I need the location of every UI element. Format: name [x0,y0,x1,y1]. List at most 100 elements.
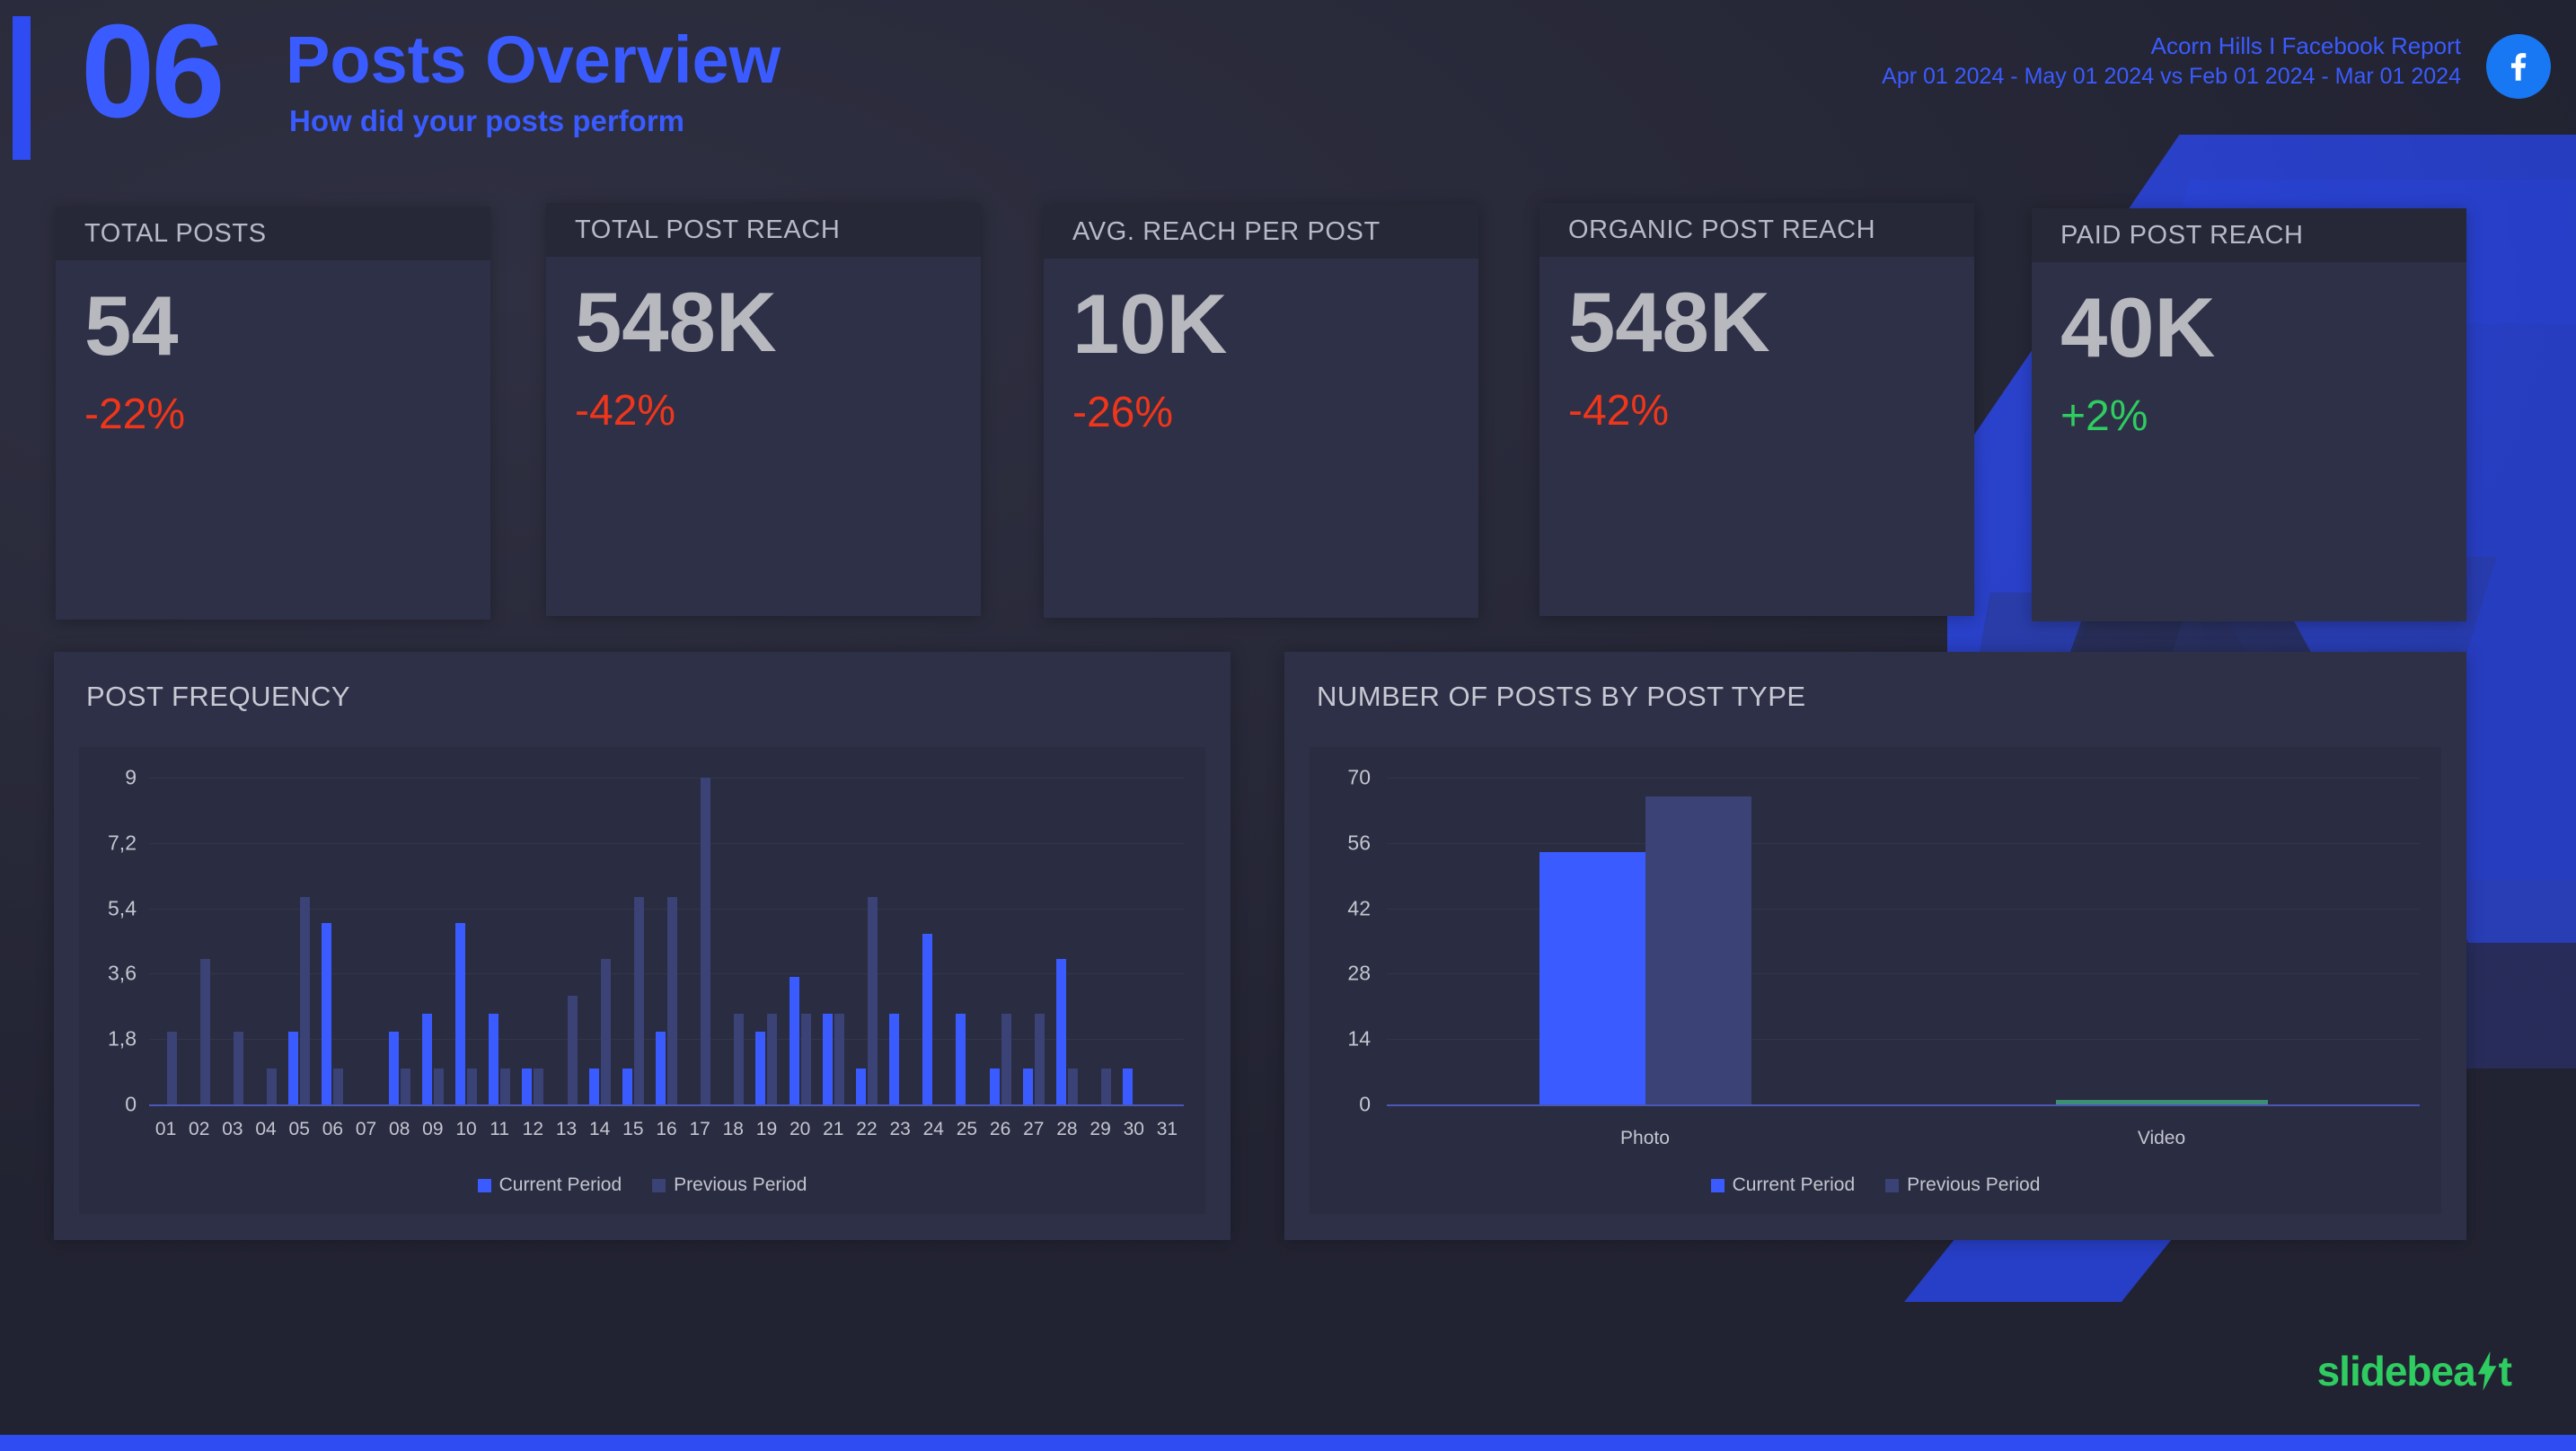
y-axis-tick-label: 1,8 [108,1026,137,1051]
kpi-card-organic-post-reach: ORGANIC POST REACH 548K -42% [1539,203,1974,616]
chart-bar [588,1068,599,1104]
chart-bar [322,922,332,1104]
x-axis-tick-label: 13 [555,1119,578,1139]
x-axis-tick-label: 01 [154,1119,177,1139]
kpi-title: TOTAL POSTS [84,218,267,248]
x-axis-tick-label: 18 [722,1119,744,1139]
kpi-delta: -42% [1568,387,1670,435]
x-axis-tick-label: 07 [355,1119,377,1139]
chart-posts-by-type: 0 14 28 42 56 70 Photo Video Current Period Previ… [1310,747,2441,1214]
legend-item[interactable]: Previous Period [1885,1174,2040,1196]
chart-bar [2161,1099,2268,1104]
chart-bar [800,1013,811,1104]
x-axis-tick-label: 02 [189,1119,210,1139]
y-axis-tick-label: 56 [1347,831,1371,855]
chart-bar [855,1068,866,1104]
y-axis-tick-label: 14 [1347,1026,1371,1051]
kpi-card-body: 10K -26% [1044,259,1478,618]
chart-bar [667,897,677,1104]
x-axis-tick-label: 05 [288,1119,310,1139]
legend-swatch [1710,1178,1725,1192]
chart-bar [922,933,933,1104]
kpi-title: AVG. REACH PER POST [1072,216,1381,246]
x-axis-tick-label: 09 [422,1119,444,1139]
chart-bar [500,1068,511,1104]
axis-baseline [1387,1104,2420,1106]
chart-bar [534,1068,544,1104]
legend-label: Current Period [498,1174,622,1195]
gridline [149,842,1184,844]
chart-bar [734,1013,745,1104]
kpi-card-header: TOTAL POST REACH [546,203,981,257]
chart-bar [467,1068,478,1104]
report-account-line: Acorn Hills I Facebook Report [2150,32,2461,59]
legend-item[interactable]: Current Period [477,1174,622,1196]
gridline [1387,842,2420,844]
y-axis-tick-label: 0 [1359,1092,1371,1116]
chart-bar [633,897,644,1104]
panel-title: POST FREQUENCY [86,681,351,712]
legend-label: Previous Period [674,1174,807,1195]
axis-baseline [149,1104,1184,1106]
section-number: 06 [81,0,225,145]
kpi-card-paid-post-reach: PAID POST REACH 40K +2% [2032,208,2466,621]
legend-item[interactable]: Current Period [1710,1174,1855,1196]
chart-legend: Current Period Previous Period [1310,1174,2441,1196]
chart-bar [400,1068,410,1104]
chart-post-frequency: 0 1,8 3,6 5,4 7,2 9 01 02 03 04 05 06 07 08 09 10 11 12 13… [79,747,1205,1214]
x-axis-tick-label: 20 [789,1119,811,1139]
chart-plot-area: 0 14 28 42 56 70 Photo Video Current Period Previ… [1310,747,2441,1214]
logo-text-part-1: slidebea [2316,1348,2476,1394]
chart-bar [455,922,466,1104]
panel-posts-by-type: NUMBER OF POSTS BY POST TYPE 0 14 28 42 56 70… [1284,652,2466,1240]
chart-bar [267,1068,278,1104]
chart-legend: Current Period Previous Period [79,1174,1205,1196]
x-axis-tick-label: 24 [922,1119,944,1139]
chart-bar [1067,1068,1078,1104]
chart-bar [834,1013,844,1104]
chart-bar [1645,796,1751,1104]
chart-bar [1055,959,1066,1104]
y-axis-tick-label: 7,2 [108,831,137,855]
x-axis-tick-label: 16 [656,1119,677,1139]
lightning-bolt-icon [2474,1350,2501,1392]
y-axis-tick-label: 5,4 [108,896,137,920]
chart-bar [1101,1068,1112,1104]
x-axis-tick-label: 27 [1023,1119,1045,1139]
y-axis-tick-label: 3,6 [108,961,137,985]
report-date-range: Apr 01 2024 - May 01 2024 vs Feb 01 2024… [1882,63,2461,89]
x-axis-tick-label: 30 [1123,1119,1144,1139]
x-axis-tick-label: 11 [490,1119,510,1139]
chart-bar [166,1032,177,1104]
report-meta: Acorn Hills I Facebook Report Apr 01 202… [1882,31,2461,92]
kpi-card-header: PAID POST REACH [2032,208,2466,262]
chart-bar [567,995,578,1104]
chart-bar [421,1013,432,1104]
legend-label: Previous Period [1907,1174,2041,1195]
x-axis-tick-label: 19 [755,1119,778,1139]
x-axis-tick-label: 23 [889,1119,911,1139]
kpi-card-body: 548K -42% [1539,257,1974,616]
x-axis-tick-label: 03 [222,1119,243,1139]
chart-bar [1123,1068,1134,1104]
kpi-title: PAID POST REACH [2060,220,2304,250]
x-axis-tick-label: Photo [1620,1128,1670,1148]
x-axis-tick-label: 10 [455,1119,477,1139]
kpi-card-header: AVG. REACH PER POST [1044,205,1478,259]
chart-bar [889,1013,900,1104]
kpi-card-header: TOTAL POSTS [56,207,490,260]
chart-bar [1034,1013,1045,1104]
x-axis-tick-label: 14 [588,1119,611,1139]
kpi-delta: -26% [1072,389,1174,436]
kpi-value: 54 [84,278,179,373]
kpi-card-row: TOTAL POSTS 54 -22% TOTAL POST REACH 548… [0,199,2576,621]
legend-item[interactable]: Previous Period [652,1174,807,1196]
kpi-card-body: 548K -42% [546,257,981,616]
chart-bar [199,959,210,1104]
x-axis-tick-label: Video [2137,1128,2186,1148]
chart-bar [867,897,878,1104]
kpi-delta: -42% [575,387,676,435]
chart-bar [701,778,711,1104]
chart-plot-area: 0 1,8 3,6 5,4 7,2 9 01 02 03 04 05 06 07 08 09 10 11 12 13… [79,747,1205,1214]
chart-bar [388,1032,399,1104]
